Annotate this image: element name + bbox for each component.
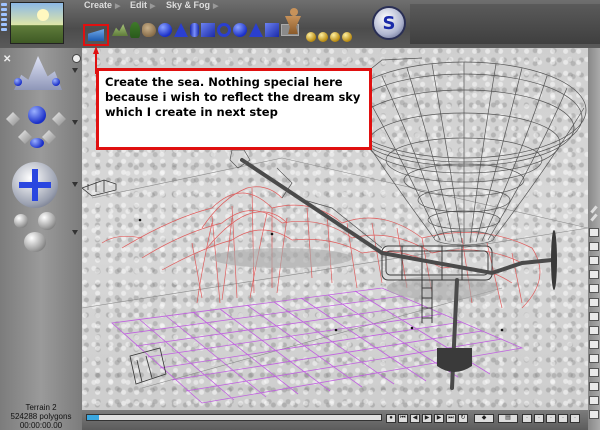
primitive-toolbar	[112, 17, 299, 43]
rotate-handle-left[interactable]	[14, 78, 22, 86]
scene-bounds	[82, 157, 588, 389]
timeline-options-button[interactable]: ▤	[498, 414, 518, 423]
time-readout: 00:00:00.00	[19, 421, 63, 430]
tool-button-3[interactable]	[589, 256, 599, 265]
pencil-icon[interactable]	[590, 205, 598, 214]
app-logo-icon[interactable]: S	[372, 6, 406, 40]
render-quality-ticks[interactable]	[1, 3, 9, 43]
tool-button-11[interactable]	[589, 368, 599, 377]
tool-button-10[interactable]	[589, 354, 599, 363]
prev-frame-button[interactable]: ◀	[410, 414, 420, 423]
option-button-1[interactable]: ·	[522, 414, 532, 423]
top-toolbar: Create ▶ Edit ▶ Sky & Fog ▶ S	[0, 0, 600, 48]
to-start-button[interactable]: ⏮	[398, 414, 408, 423]
box-icon[interactable]	[265, 23, 279, 37]
sea-grid	[111, 287, 524, 404]
zoom-ball-icon-2[interactable]	[38, 212, 56, 230]
pan-left-icon[interactable]	[6, 112, 20, 126]
menu-edit[interactable]: Edit ▶	[130, 0, 155, 10]
tool-button-8[interactable]	[589, 326, 599, 335]
camera-ball-icon[interactable]	[24, 232, 46, 252]
balloon-wireframe	[341, 57, 587, 246]
pan-right-icon[interactable]	[52, 112, 66, 126]
metaball-icon-2[interactable]	[318, 32, 328, 42]
brush-icon[interactable]	[590, 213, 598, 222]
sea-icon	[88, 29, 104, 41]
metaball-icon[interactable]	[306, 32, 316, 42]
tool-button-14[interactable]	[589, 410, 599, 419]
tool-button-5[interactable]	[589, 284, 599, 293]
tilt-down-right-icon[interactable]	[42, 130, 56, 144]
tool-button-1[interactable]	[589, 228, 599, 237]
top-right-panel	[410, 4, 600, 44]
close-icon[interactable]: ✕	[3, 54, 11, 65]
move-arrows-icon[interactable]	[12, 162, 58, 208]
to-end-button[interactable]: ⏭	[446, 414, 456, 423]
menu-create-label: Create	[84, 0, 113, 10]
dolly-icon[interactable]	[30, 138, 44, 148]
tool-button-4[interactable]	[589, 270, 599, 279]
metaball-icon-3[interactable]	[330, 32, 340, 42]
tool-button-6[interactable]	[589, 298, 599, 307]
cube-icon[interactable]	[201, 23, 215, 37]
callout-text: Create the sea. Nothing special here bec…	[105, 75, 361, 119]
timeline-slider[interactable]	[86, 414, 382, 421]
menu-edit-label: Edit	[130, 0, 147, 10]
option-button-4[interactable]: ·	[558, 414, 568, 423]
terrain-icon[interactable]	[112, 24, 128, 36]
plant-icon[interactable]	[130, 22, 140, 38]
timeline-knob[interactable]	[87, 415, 99, 420]
cylinder-icon[interactable]	[190, 23, 199, 37]
side-objects	[82, 179, 167, 385]
tool-button-7[interactable]	[589, 312, 599, 321]
next-frame-button[interactable]: ▶	[434, 414, 444, 423]
option-button-2[interactable]: ·	[534, 414, 544, 423]
tool-button-12[interactable]	[589, 382, 599, 391]
torus-icon[interactable]	[217, 23, 231, 37]
polygon-count: 524288 polygons	[10, 412, 72, 421]
option-button-3[interactable]: ·	[546, 414, 556, 423]
metaball-icon-4[interactable]	[342, 32, 352, 42]
cone-icon[interactable]	[174, 23, 188, 37]
option-button-5[interactable]: ·	[570, 414, 580, 423]
loop-button[interactable]: ↻	[458, 414, 468, 423]
play-button[interactable]: ▶	[422, 414, 432, 423]
create-sea-button[interactable]	[83, 24, 109, 46]
tool-button-9[interactable]	[589, 340, 599, 349]
rock-icon[interactable]	[142, 23, 156, 37]
left-control-panel: ✕ Terrain 2 524288 polygons 00:00:00.00	[0, 48, 82, 430]
menu-create[interactable]: Create ▶	[84, 0, 120, 10]
sphere-icon-2[interactable]	[233, 23, 247, 37]
object-info: Terrain 2 524288 polygons 00:00:00.00	[0, 403, 82, 430]
object-name: Terrain 2	[25, 403, 57, 412]
zoom-ball-icon[interactable]	[14, 214, 28, 228]
rotate-handle-right[interactable]	[52, 78, 60, 86]
human-figure-icon[interactable]	[285, 8, 303, 38]
sphere-icon[interactable]	[158, 23, 172, 37]
menu-sky-fog-label: Sky & Fog	[166, 0, 211, 10]
tutorial-callout: Create the sea. Nothing special here bec…	[96, 68, 372, 150]
trackball-icon[interactable]	[28, 106, 46, 124]
tool-button-2[interactable]	[589, 242, 599, 251]
panel-toggle-dot[interactable]	[72, 54, 81, 63]
metaball-toolbar	[306, 24, 352, 50]
pyramid-icon[interactable]	[249, 23, 263, 37]
right-tool-strip	[588, 48, 600, 430]
tool-button-13[interactable]	[589, 396, 599, 405]
animation-bar: ● ⏮ ◀ ▶ ▶ ⏭ ↻ ◆ ▤ · · · · ·	[82, 410, 588, 430]
keyframe-button[interactable]: ◆	[474, 414, 494, 423]
logo-letter: S	[382, 12, 396, 34]
scene-preview-icon[interactable]	[10, 2, 64, 44]
callout-arrow-icon	[93, 46, 99, 74]
menu-sky-fog[interactable]: Sky & Fog ▶	[166, 0, 218, 10]
airship-frame	[240, 158, 554, 390]
record-button[interactable]: ●	[386, 414, 396, 423]
